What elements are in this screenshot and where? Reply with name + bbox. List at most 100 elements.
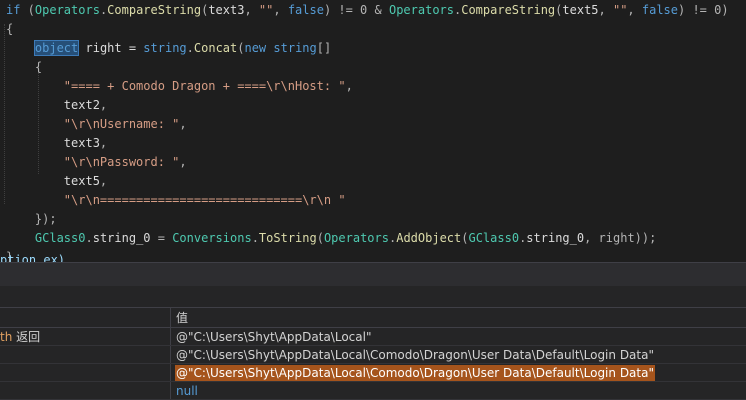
code-line-partial: ption ex): [0, 253, 66, 262]
code-token: "==== + Comodo Dragon + ====\r\nHost: ": [63, 79, 346, 93]
row-name-label: 返回: [12, 330, 41, 344]
code-token: Operators: [34, 3, 100, 17]
code-token: ,: [244, 3, 259, 17]
code-token: .: [251, 231, 259, 245]
code-token: CompareString: [461, 3, 556, 17]
watch-panel-header: [0, 286, 746, 308]
code-token: string_0: [526, 231, 585, 245]
row-name-cell: [0, 364, 170, 382]
row-value[interactable]: @"C:\Users\Shyt\AppData\Local\Comodo\Dra…: [175, 347, 655, 363]
code-token: right =: [78, 41, 144, 55]
watch-grid: 值 th 返回 @"C:\Users\Shyt\AppData\Local" @"C…: [0, 308, 746, 400]
code-line: "\r\nPassword: ",: [6, 153, 187, 172]
code-token: ,: [179, 155, 187, 169]
row-name-cell: [0, 346, 170, 364]
code-token: false: [641, 3, 678, 17]
value-column-header[interactable]: 值: [176, 308, 188, 328]
watch-row[interactable]: @"C:\Users\Shyt\AppData\Local\Comodo\Dra…: [0, 346, 746, 364]
code-token: "": [612, 3, 628, 17]
code-token: .: [186, 41, 194, 55]
code-line: object right = string.Concat(new string[…: [6, 39, 331, 58]
code-token: Operators: [323, 231, 389, 245]
code-token: });: [6, 212, 57, 226]
code-line: {: [6, 58, 42, 77]
code-line: "\r\nUsername: ",: [6, 115, 187, 134]
row-name-cell: th 返回: [0, 328, 170, 346]
code-token: Operators: [388, 3, 454, 17]
code-token: (: [316, 231, 324, 245]
row-value[interactable]: @"C:\Users\Shyt\AppData\Local": [175, 329, 372, 345]
row-value[interactable]: null: [175, 383, 199, 399]
code-token: "": [258, 3, 274, 17]
code-token: {: [6, 22, 14, 36]
code-line: text2,: [6, 96, 107, 115]
code-token: string_0: [92, 231, 151, 245]
code-token: Conversions: [172, 231, 252, 245]
code-token: Concat: [193, 41, 238, 55]
code-line: {: [6, 20, 13, 39]
code-line: text5,: [6, 172, 107, 191]
code-token: ,: [99, 98, 108, 112]
code-token: GClass0: [34, 231, 86, 245]
code-token: text2: [63, 98, 100, 112]
row-name-cell: [0, 382, 170, 400]
code-token: new: [244, 41, 267, 55]
code-token: []: [316, 41, 332, 55]
code-token: ) != 0): [678, 3, 729, 17]
row-value-selected[interactable]: @"C:\Users\Shyt\AppData\Local\Comodo\Dra…: [175, 365, 655, 381]
grid-header: 值: [0, 308, 746, 328]
code-token: text5: [562, 3, 599, 17]
panel-splitter[interactable]: [0, 262, 746, 286]
code-token: false: [287, 3, 324, 17]
code-token: , right));: [584, 231, 657, 245]
code-line: text3,: [6, 134, 107, 153]
code-line: });: [6, 210, 57, 229]
code-line: if (Operators.CompareString(text3, "", f…: [6, 1, 729, 20]
watch-row[interactable]: th 返回 @"C:\Users\Shyt\AppData\Local": [0, 328, 746, 346]
code-token: ,: [179, 117, 187, 131]
row-name-fragment: th: [0, 330, 13, 344]
code-line: "==== + Comodo Dragon + ====\r\nHost: ",: [6, 77, 353, 96]
code-token: text3: [208, 3, 245, 17]
code-token: string: [273, 41, 317, 55]
code-line: GClass0.string_0 = Conversions.ToString(…: [6, 229, 656, 248]
code-token: string: [143, 41, 187, 55]
code-token: AddObject: [396, 231, 462, 245]
watch-row[interactable]: @"C:\Users\Shyt\AppData\Local\Comodo\Dra…: [0, 364, 746, 382]
code-token: ,: [627, 3, 642, 17]
code-token: ,: [99, 136, 108, 150]
code-token: ,: [99, 174, 108, 188]
code-token: =: [150, 231, 173, 245]
code-token: "\r\n============================\r\n ": [63, 193, 346, 207]
ide-window: if (Operators.CompareString(text3, "", f…: [0, 0, 746, 400]
code-token: text3: [63, 136, 100, 150]
code-editor[interactable]: if (Operators.CompareString(text3, "", f…: [0, 0, 746, 262]
code-token: ,: [345, 79, 353, 93]
code-token: if: [6, 3, 21, 17]
code-token: (: [20, 3, 35, 17]
code-token: "\r\nUsername: ": [63, 117, 180, 131]
code-token: "\r\nPassword: ": [63, 155, 180, 169]
code-token: ToString: [258, 231, 317, 245]
code-token: ,: [598, 3, 613, 17]
indent-guide: [4, 24, 5, 204]
code-token: .: [85, 231, 93, 245]
code-token: ,: [273, 3, 288, 17]
code-line: "\r\n============================\r\n ": [6, 191, 346, 210]
highlighted-token: object: [33, 40, 80, 56]
watch-row[interactable]: null: [0, 382, 746, 400]
code-token: text5: [63, 174, 100, 188]
code-token: {: [6, 60, 43, 74]
code-token: ) != 0 &: [323, 3, 389, 17]
code-token: CompareString: [107, 3, 202, 17]
code-token: GClass0: [468, 231, 520, 245]
